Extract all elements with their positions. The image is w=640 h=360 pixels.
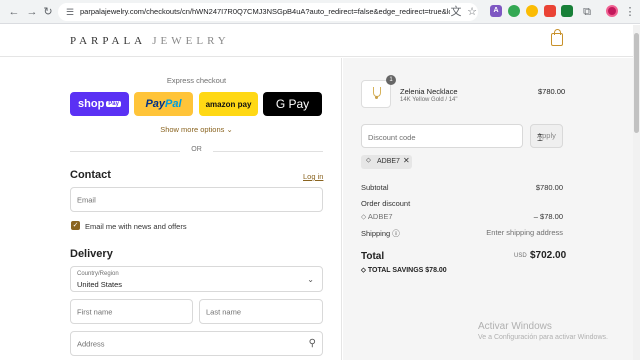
page-scrollbar[interactable] xyxy=(633,25,640,360)
extension-a-icon[interactable]: A xyxy=(490,5,502,17)
extension-green-icon[interactable] xyxy=(508,5,520,17)
forward-icon[interactable]: → xyxy=(24,4,40,20)
windows-watermark-sub: Ve a Configuración para activar Windows. xyxy=(478,334,608,341)
windows-watermark-title: Activar Windows xyxy=(478,321,552,332)
discount-code-input[interactable]: Discount code xyxy=(361,124,523,148)
shipping-label: Shipping ⓘ xyxy=(361,229,400,238)
tag-icon: ⬦ xyxy=(361,267,366,274)
google-pay-button[interactable]: G Pay xyxy=(263,92,322,116)
product-thumbnail xyxy=(361,80,391,108)
item-name: Zelenia Necklace xyxy=(400,87,458,96)
order-summary: 1 Zelenia Necklace 14K Yellow Gold / 14"… xyxy=(343,58,640,360)
menu-dots-icon[interactable]: ⋮ xyxy=(622,4,638,20)
total-savings: ⬦ TOTAL SAVINGS $78.00 xyxy=(361,267,447,274)
extension-dark-green-icon[interactable] xyxy=(561,5,573,17)
item-variant: 14K Yellow Gold / 14" xyxy=(400,97,458,103)
brand-logo[interactable]: PARPALA JEWELRY xyxy=(70,35,230,47)
tune-icon[interactable]: ☰ xyxy=(64,6,76,18)
profile-avatar[interactable] xyxy=(606,5,618,17)
tag-icon: ⬦ xyxy=(366,157,371,164)
info-icon[interactable]: ⓘ xyxy=(392,229,400,238)
contact-title: Contact xyxy=(70,169,111,181)
site-header: PARPALA JEWELRY xyxy=(0,25,640,57)
back-icon[interactable]: ← xyxy=(6,4,22,20)
discount-code-line: ⬦ ADBE7 xyxy=(361,212,393,221)
extension-red-icon[interactable] xyxy=(544,5,556,17)
last-name-field[interactable]: Last name xyxy=(199,299,323,324)
login-link[interactable]: Log in xyxy=(303,172,323,181)
shipping-value: Enter shipping address xyxy=(486,228,563,237)
total-label: Total xyxy=(361,251,385,262)
email-field[interactable]: Email xyxy=(70,187,323,212)
browser-toolbar: ← → ↻ ☰ parpalajewelry.com/checkouts/cn/… xyxy=(0,0,640,24)
tag-icon: ⬦ xyxy=(361,212,367,221)
subtotal-value: $780.00 xyxy=(535,183,563,192)
show-more-options-link[interactable]: Show more options ⌄ xyxy=(70,125,323,134)
scrollbar-thumb[interactable] xyxy=(634,33,639,133)
or-divider: OR xyxy=(70,146,323,156)
subtotal-label: Subtotal xyxy=(361,183,389,192)
shopping-bag-icon[interactable] xyxy=(551,29,563,46)
quantity-badge: 1 xyxy=(386,75,396,85)
country-select[interactable]: Country/Region United States ⌄ xyxy=(70,266,323,292)
reload-icon[interactable]: ↻ xyxy=(40,4,56,20)
remove-code-icon[interactable]: ✕ xyxy=(403,156,410,165)
puzzle-icon[interactable]: ⧉ xyxy=(579,4,595,20)
checkout-form: Express checkout shop Pay Pay Pal amazon p… xyxy=(0,58,342,360)
address-field[interactable]: Address ⚲ xyxy=(70,331,323,356)
total-currency: USD xyxy=(514,253,527,259)
discount-value: – $78.00 xyxy=(533,212,563,221)
url-text[interactable]: parpalajewelry.com/checkouts/cn/hWN247I7… xyxy=(80,3,450,21)
amazon-pay-button[interactable]: amazon pay xyxy=(199,92,258,116)
news-checkbox[interactable]: ✓ xyxy=(71,221,80,230)
first-name-field[interactable]: First name xyxy=(70,299,193,324)
chevron-down-icon: ⌄ xyxy=(307,275,314,284)
shop-pay-button[interactable]: shop Pay xyxy=(70,92,129,116)
extension-yellow-icon[interactable] xyxy=(526,5,538,17)
star-icon[interactable]: ☆ xyxy=(464,4,480,20)
translate-icon[interactable]: 文 xyxy=(448,4,464,20)
applied-code-tag: ⬦ ADBE7 ✕ xyxy=(361,155,412,169)
order-discount-label: Order discount xyxy=(361,199,411,208)
express-checkout-label: Express checkout xyxy=(166,76,227,85)
apply-button[interactable]: Apply xyxy=(530,124,563,148)
paypal-button[interactable]: Pay Pal xyxy=(134,92,193,116)
delivery-title: Delivery xyxy=(70,248,113,260)
news-checkbox-label: Email me with news and offers xyxy=(85,222,187,231)
search-icon: ⚲ xyxy=(308,338,316,349)
total-value: $702.00 xyxy=(530,250,567,261)
item-price: $780.00 xyxy=(538,87,566,96)
mouse-cursor-icon: ⌶ xyxy=(537,133,543,144)
address-bar[interactable]: ☰ parpalajewelry.com/checkouts/cn/hWN247… xyxy=(58,3,478,21)
